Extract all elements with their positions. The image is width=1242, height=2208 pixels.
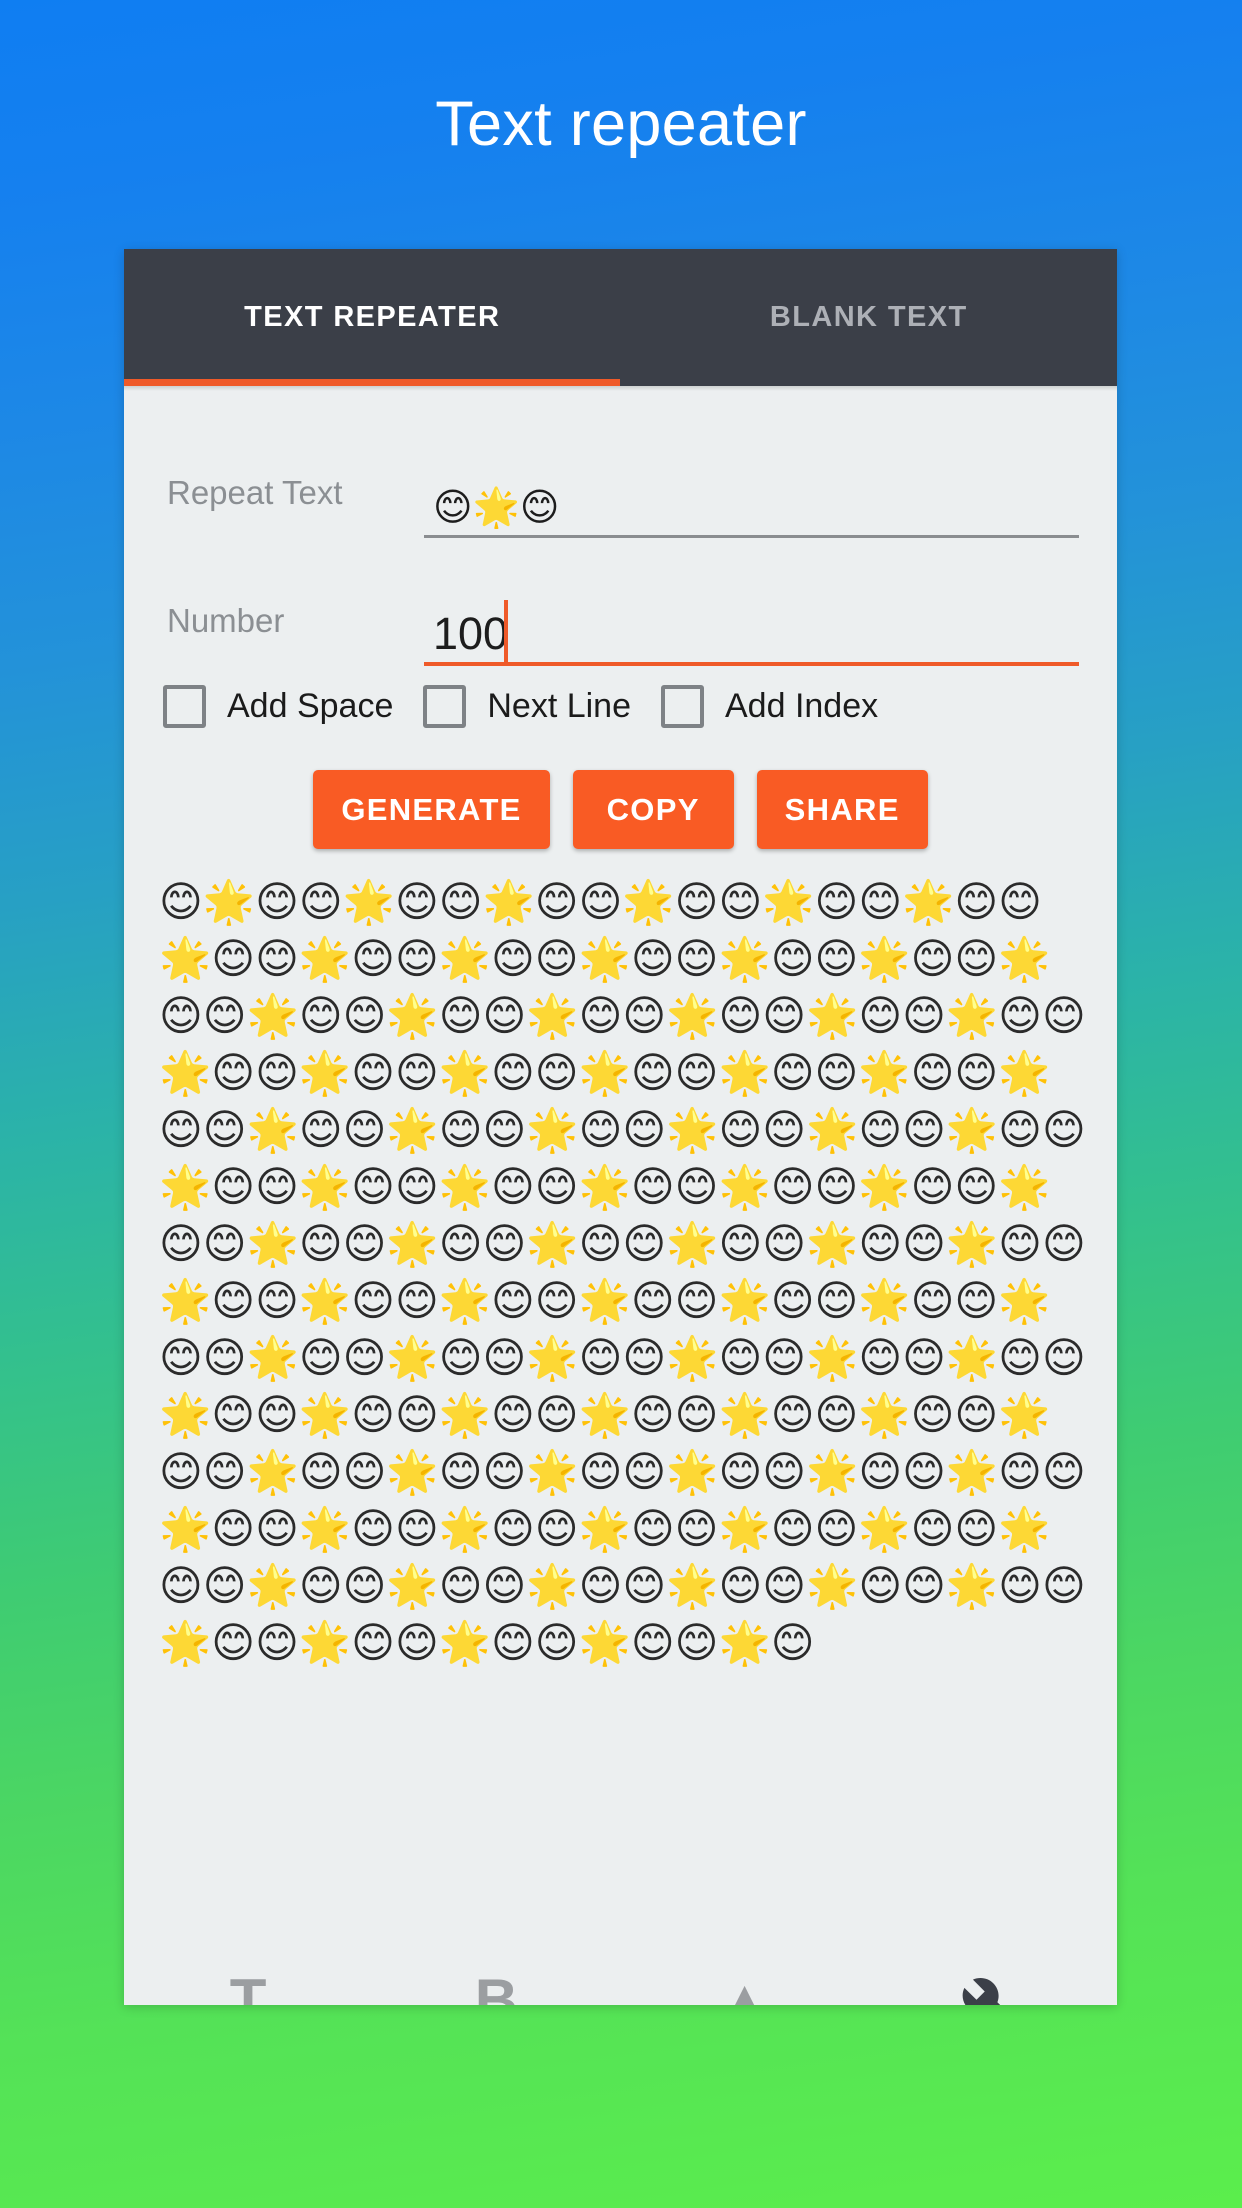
checkbox-icon[interactable] [163, 684, 206, 728]
tab-bar: TEXT REPEATER BLANK TEXT [124, 249, 1118, 391]
number-input[interactable]: 100 [424, 580, 1079, 666]
checkbox-next-line-label: Next Line [487, 686, 631, 725]
number-value: 100 [433, 608, 509, 659]
app-card: TEXT REPEATER BLANK TEXT Repeat Text 😊🌟😊… [124, 249, 1117, 2005]
tab-bar-shadow [124, 386, 1117, 391]
nav-item-settings[interactable] [869, 1933, 1117, 2005]
checkbox-icon[interactable] [661, 684, 704, 728]
repeat-text-underline [424, 535, 1079, 538]
generate-button[interactable]: GENERATE [313, 770, 550, 849]
number-underline [424, 662, 1079, 666]
text-caret [504, 600, 508, 662]
tab-text-repeater-label: TEXT REPEATER [244, 301, 501, 333]
tab-blank-text-label: BLANK TEXT [769, 301, 968, 333]
nav-item-text-format[interactable]: T [124, 1933, 372, 2005]
field-row-repeat-text: Repeat Text 😊🌟😊 [124, 434, 1117, 538]
copy-button[interactable]: COPY [572, 770, 734, 849]
form-section: Repeat Text 😊🌟😊 Number 100 Add Space Nex… [124, 386, 1117, 1963]
wrench-icon [960, 1975, 1026, 2005]
checkbox-add-index-label: Add Index [725, 686, 879, 725]
checkbox-add-space-label: Add Space [227, 686, 394, 725]
output-area[interactable]: 😊🌟😊😊🌟😊😊🌟😊😊🌟😊😊🌟😊😊🌟😊😊🌟😊😊🌟😊😊🌟😊😊🌟😊😊🌟😊😊🌟😊😊🌟😊😊… [124, 873, 1117, 1963]
edit-pencil-icon: ▲ [715, 1979, 774, 2005]
tab-text-repeater[interactable]: TEXT REPEATER [124, 249, 621, 386]
checkbox-next-line[interactable]: Next Line [423, 684, 631, 728]
options-row: Add Space Next Line Add Index [124, 666, 1117, 746]
tab-active-indicator [124, 379, 620, 386]
repeat-text-value: 😊🌟😊 [433, 485, 560, 529]
bottom-navigation: T B ▲ [124, 1933, 1117, 2005]
checkbox-icon[interactable] [423, 684, 467, 728]
page-title: Text repeater [435, 89, 807, 159]
output-text: 😊🌟😊😊🌟😊😊🌟😊😊🌟😊😊🌟😊😊🌟😊😊🌟😊😊🌟😊😊🌟😊😊🌟😊😊🌟😊😊🌟😊😊🌟😊😊… [159, 877, 1086, 1667]
checkbox-add-space[interactable]: Add Space [163, 684, 394, 728]
repeat-text-label: Repeat Text [167, 474, 343, 511]
bold-text-icon: B [475, 1979, 518, 2005]
field-row-number: Number 100 [124, 562, 1117, 666]
share-button[interactable]: SHARE [756, 770, 928, 849]
nav-item-bold-text[interactable]: B [372, 1933, 620, 2005]
action-buttons: GENERATE COPY SHARE [124, 770, 1117, 849]
number-label: Number [167, 602, 285, 639]
nav-item-edit[interactable]: ▲ [621, 1933, 869, 2005]
tab-blank-text[interactable]: BLANK TEXT [621, 249, 1118, 386]
repeat-text-input[interactable]: 😊🌟😊 [424, 452, 1079, 538]
checkbox-add-index[interactable]: Add Index [661, 684, 879, 728]
text-format-icon: T [230, 1979, 267, 2005]
